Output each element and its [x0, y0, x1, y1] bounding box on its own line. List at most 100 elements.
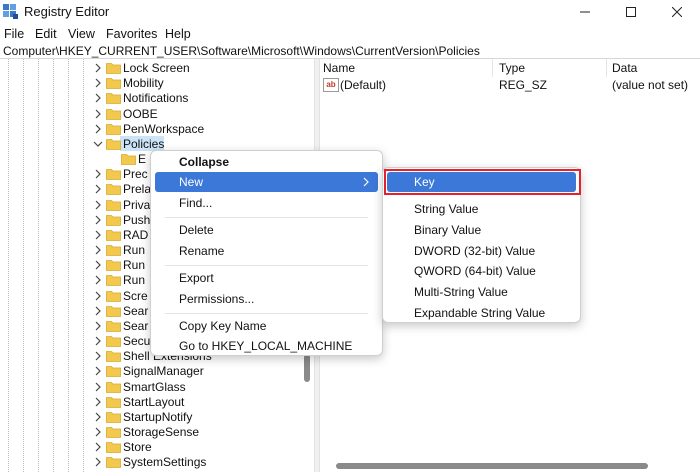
submenu-item-multi-string-value[interactable]: Multi-String Value [387, 282, 576, 302]
chevron-right-icon[interactable] [93, 442, 103, 452]
folder-icon [106, 78, 121, 90]
tree-item-label: Lock Screen [123, 61, 190, 75]
chevron-right-icon[interactable] [93, 109, 103, 119]
folder-icon [106, 366, 121, 378]
chevron-right-icon[interactable] [93, 397, 103, 407]
address-bar[interactable]: Computer\HKEY_CURRENT_USER\Software\Micr… [0, 44, 700, 59]
chevron-right-icon[interactable] [93, 351, 103, 361]
submenu-item-expandable-string-value[interactable]: Expandable String Value [387, 303, 576, 323]
menu-item-collapse[interactable]: Collapse [155, 152, 378, 172]
menu-item-rename[interactable]: Rename [155, 241, 378, 261]
column-data[interactable]: Data [612, 61, 637, 75]
tree-item-label: E [138, 152, 147, 167]
chevron-right-icon[interactable] [93, 78, 103, 88]
folder-icon [106, 214, 121, 226]
tree-item[interactable]: SignalManager [0, 364, 300, 379]
menu-edit[interactable]: Edit [35, 27, 57, 41]
menu-item-go-to-hklm[interactable]: Go to HKEY_LOCAL_MACHINE [155, 336, 378, 356]
minimize-button[interactable] [562, 0, 608, 24]
chevron-right-icon[interactable] [93, 275, 103, 285]
tree-item[interactable]: SmartGlass [0, 380, 300, 395]
maximize-button[interactable] [608, 0, 654, 24]
menu-file[interactable]: File [4, 27, 24, 41]
list-scrollbar-thumb[interactable] [336, 463, 648, 469]
tree-item-label: StartupNotify [123, 409, 193, 424]
folder-icon [106, 412, 121, 423]
tree-item-label: StartLayout [123, 394, 185, 409]
list-header: Name Type Data [320, 59, 700, 77]
tree-item[interactable]: Lock Screen [0, 61, 300, 76]
tree-item[interactable]: StartLayout [0, 395, 300, 410]
column-divider[interactable] [492, 59, 493, 77]
submenu-item-qword-value[interactable]: QWORD (64-bit) Value [387, 261, 576, 281]
chevron-right-icon[interactable] [93, 169, 103, 179]
chevron-right-icon[interactable] [93, 200, 103, 210]
chevron-right-icon[interactable] [93, 93, 103, 103]
tree-item-label: Push [123, 212, 151, 227]
chevron-right-icon[interactable] [93, 260, 103, 270]
menu-separator [165, 217, 368, 218]
chevron-right-icon[interactable] [93, 306, 103, 316]
chevron-right-icon[interactable] [93, 336, 103, 346]
menu-item-copy-key-name[interactable]: Copy Key Name [155, 316, 378, 336]
chevron-right-icon[interactable] [93, 366, 103, 376]
menu-favorites[interactable]: Favorites [106, 27, 157, 41]
context-menu: Collapse New Find... Delete Rename Expor… [150, 150, 383, 356]
close-button[interactable] [654, 0, 700, 24]
address-path[interactable]: Computer\HKEY_CURRENT_USER\Software\Micr… [3, 44, 480, 58]
chevron-right-icon[interactable] [93, 427, 103, 437]
chevron-right-icon[interactable] [93, 291, 103, 301]
submenu-item-string-value[interactable]: String Value [387, 199, 576, 219]
folder-icon [106, 138, 121, 150]
chevron-right-icon[interactable] [93, 245, 103, 255]
folder-icon [106, 169, 121, 181]
list-horizontal-scrollbar[interactable] [320, 458, 700, 472]
menu-separator [165, 313, 368, 314]
tree-item[interactable]: Store [0, 440, 300, 455]
new-submenu: Key String Value Binary Value DWORD (32-… [382, 167, 581, 323]
value-row[interactable]: ab (Default) REG_SZ (value not set) [320, 77, 700, 93]
chevron-right-icon[interactable] [93, 321, 103, 331]
tree-item-label: Priva [123, 197, 151, 212]
menu-item-delete[interactable]: Delete [155, 220, 378, 240]
folder-icon [106, 260, 121, 272]
chevron-right-icon[interactable] [93, 230, 103, 240]
column-name[interactable]: Name [323, 61, 355, 75]
menu-help[interactable]: Help [165, 27, 191, 41]
tree-item[interactable]: StorageSense [0, 425, 300, 440]
tree-item[interactable]: PenWorkspace [0, 122, 300, 137]
menu-item-permissions[interactable]: Permissions... [155, 289, 378, 309]
folder-icon [106, 396, 121, 408]
tree-item-label: SmartGlass [123, 379, 186, 394]
registry-icon [3, 4, 18, 19]
tree-item[interactable]: SystemSettings [0, 455, 300, 470]
column-type[interactable]: Type [499, 61, 525, 75]
folder-icon [106, 381, 121, 393]
menu-item-find[interactable]: Find... [155, 193, 378, 213]
tree-item[interactable]: OOBE [0, 107, 300, 122]
chevron-right-icon[interactable] [93, 412, 103, 422]
folder-icon [121, 154, 136, 165]
tree-item[interactable]: Notifications [0, 91, 300, 106]
menu-view[interactable]: View [68, 27, 95, 41]
chevron-right-icon[interactable] [93, 457, 103, 467]
column-divider[interactable] [606, 59, 607, 77]
tree-scrollbar-thumb[interactable] [304, 354, 310, 382]
tree-item-label: StorageSense [123, 425, 200, 440]
tree-item[interactable]: Mobility [0, 76, 300, 91]
tree-item-label: OOBE [123, 106, 158, 121]
tree-item[interactable]: StartupNotify [0, 410, 300, 425]
menu-item-export[interactable]: Export [155, 268, 378, 288]
chevron-right-icon[interactable] [93, 382, 103, 392]
menu-item-new[interactable]: New [155, 172, 378, 192]
submenu-item-dword-value[interactable]: DWORD (32-bit) Value [387, 241, 576, 261]
chevron-right-icon[interactable] [93, 215, 103, 225]
chevron-down-icon[interactable] [93, 139, 103, 149]
folder-icon [106, 351, 121, 363]
tree-item-label: Run [123, 243, 146, 258]
chevron-right-icon[interactable] [93, 184, 103, 194]
chevron-right-icon[interactable] [93, 63, 103, 73]
submenu-item-binary-value[interactable]: Binary Value [387, 220, 576, 240]
chevron-right-icon[interactable] [93, 124, 103, 134]
tree-item-label: SignalManager [123, 364, 204, 379]
